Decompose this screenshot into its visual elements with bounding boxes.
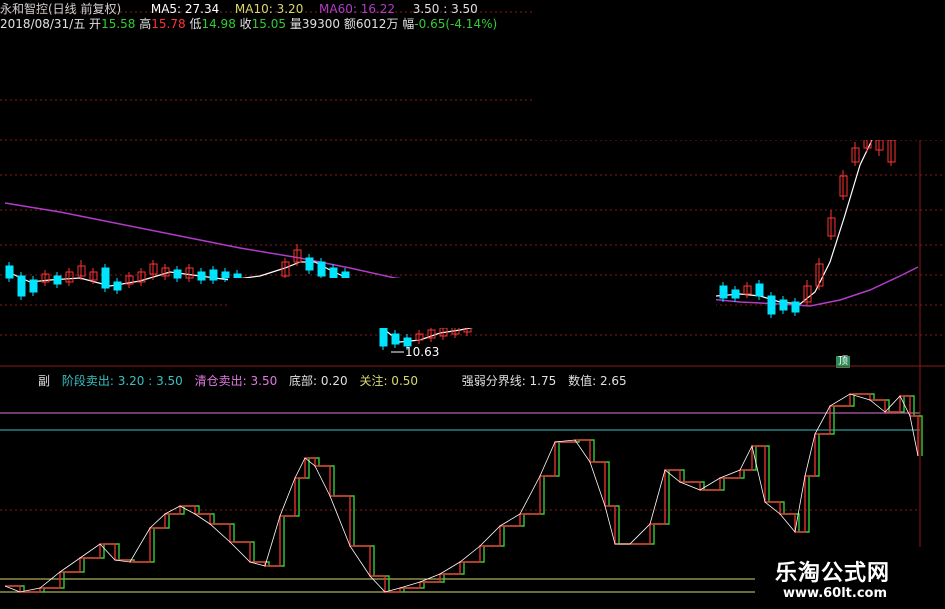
candle (731, 289, 740, 299)
ma5-line-3 (715, 139, 873, 305)
volume-value: 39300 (301, 17, 341, 31)
candle (391, 333, 400, 345)
amount-label: 额 (343, 17, 356, 31)
candle (197, 271, 206, 281)
high-value: 15.78 (151, 17, 186, 31)
value-label: 数值: 2.65 (568, 374, 627, 388)
quote-date: 2018/08/31/五 (0, 17, 86, 31)
candle (329, 267, 338, 279)
price-chart-panel[interactable]: 永和智控(日线 前复权) MA5: 27.34 MA10: 3.20 MA60:… (0, 0, 945, 368)
attention-label: 关注: 0.50 (359, 374, 419, 388)
change-label: 幅 (402, 17, 415, 31)
redaction-block (228, 278, 716, 328)
ma10-label: MA10: 3.20 (234, 2, 304, 16)
open-label: 开 (89, 17, 102, 31)
candle (317, 261, 326, 277)
candle (173, 269, 182, 279)
low-price-annotation: 10.63 (405, 345, 440, 359)
close-label: 收 (239, 17, 252, 31)
change-value: -0.65(-4.14%) (414, 17, 498, 31)
low-value: 14.98 (201, 17, 236, 31)
indicator-name[interactable]: 副 (38, 374, 50, 388)
candle (755, 283, 764, 297)
watermark-title: 乐淘公式网 (775, 561, 891, 586)
candle (101, 267, 110, 289)
candle (305, 257, 314, 271)
ma5-label: MA5: 27.34 (150, 2, 220, 16)
redaction-block (533, 0, 945, 140)
candle (719, 285, 728, 299)
candle (379, 325, 388, 347)
close-value: 15.05 (251, 17, 287, 31)
watermark: 乐淘公式网 www.60lt.com (755, 547, 945, 609)
watermark-url: www.60lt.com (783, 586, 888, 601)
divider-label: 强弱分界线: 1.75 (461, 374, 557, 388)
high-label: 高 (139, 17, 152, 31)
stock-title[interactable]: 永和智控(日线 前复权) (0, 2, 121, 16)
candle (53, 275, 62, 285)
candle (779, 299, 788, 311)
candle (791, 301, 800, 313)
candle (113, 281, 122, 291)
bottom-label: 底部: 0.20 (289, 374, 348, 388)
volume-label: 量 (289, 17, 302, 31)
candle (29, 279, 38, 293)
stage-sell-label: 阶段卖出: 3.20 : 3.50 (61, 374, 183, 388)
amount-value: 6012万 (355, 17, 399, 31)
candle (767, 295, 776, 315)
candle (5, 265, 14, 279)
open-value: 15.58 (101, 17, 136, 31)
indicator-legend: 副 阶段卖出: 3.20 : 3.50 清仓卖出: 3.50 底部: 0.20 … (38, 372, 635, 389)
candle (17, 275, 26, 297)
quote-row: 2018/08/31/五 开15.58 高15.78 低14.98 收15.05… (0, 15, 497, 32)
ma60-label: MA60: 16.22 (319, 2, 396, 16)
low-label: 低 (189, 17, 202, 31)
clear-sell-label: 清仓卖出: 3.50 (194, 374, 278, 388)
tail-value: 3.50 : 3.50 (412, 2, 478, 16)
candle (209, 269, 218, 281)
